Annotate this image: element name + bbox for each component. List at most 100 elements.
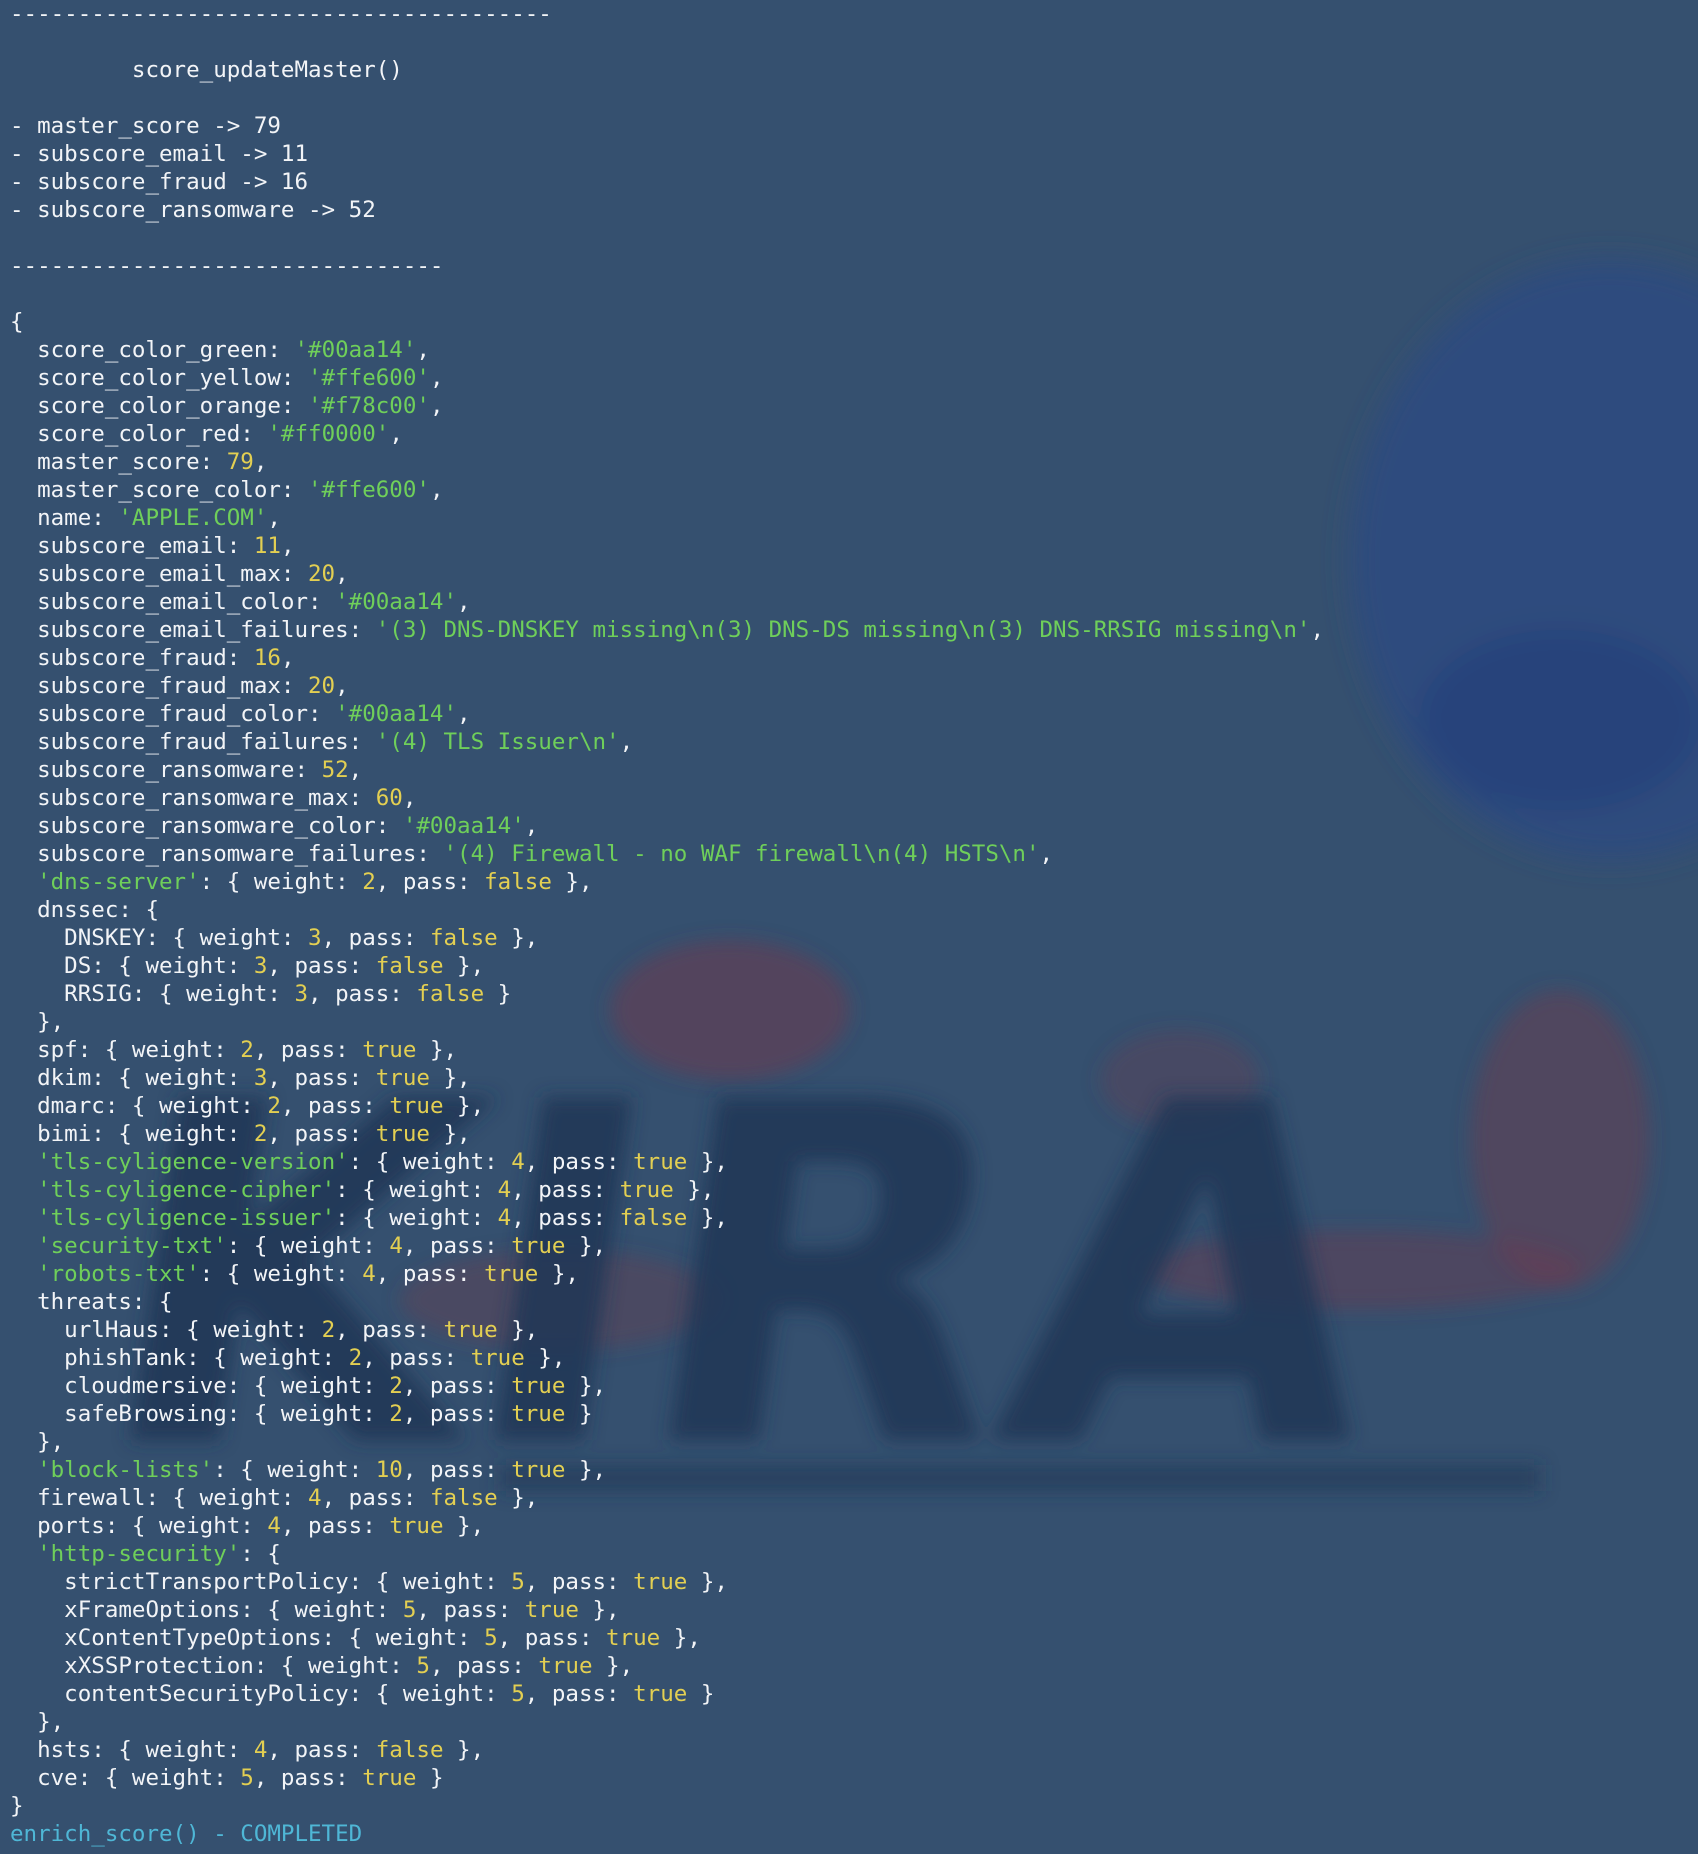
terminal-line: score_color_yellow: '#ffe600', [10,364,443,392]
terminal-token-num: 20 [308,561,336,587]
terminal-token-bool: true [511,1401,566,1427]
terminal-token-bool: true [375,1065,430,1091]
terminal-line: - subscore_ransomware -> 52 [10,196,376,224]
terminal-line: 'block-lists': { weight: 10, pass: true … [10,1456,606,1484]
terminal-token-key: dnssec: { [10,897,160,923]
terminal-line: }, [10,1008,64,1036]
terminal-token-str: '(3) DNS-DNSKEY missing\n(3) DNS-DS miss… [375,617,1311,643]
terminal-line: subscore_ransomware_color: '#00aa14', [10,812,538,840]
terminal-line: dmarc: { weight: 2, pass: true }, [10,1092,484,1120]
terminal-token-num: 20 [308,673,336,699]
terminal-token-key: subscore_fraud_failures: [10,729,376,755]
terminal-line: - subscore_fraud -> 16 [10,168,308,196]
terminal-token-punc: ---------------------------------------- [10,1,552,27]
terminal-line: enrich_score() - COMPLETED [10,1820,362,1848]
terminal-token-key: score_color_green: [10,337,295,363]
terminal-line: 'tls-cyligence-cipher': { weight: 4, pas… [10,1176,714,1204]
terminal-token-punc: , [389,421,403,447]
terminal-line: subscore_ransomware_max: 60, [10,784,416,812]
terminal-line: urlHaus: { weight: 2, pass: true }, [10,1316,538,1344]
terminal-token-bool: true [633,1569,688,1595]
terminal-token-bool: true [375,1121,430,1147]
terminal-line: subscore_email_max: 20, [10,560,349,588]
terminal-line: dkim: { weight: 3, pass: true }, [10,1064,471,1092]
terminal-line: subscore_fraud_failures: '(4) TLS Issuer… [10,728,633,756]
terminal-token-str: '#00aa14' [335,589,458,615]
terminal-token-cyan: enrich_score() - COMPLETED [10,1821,363,1847]
terminal-line: subscore_email_failures: '(3) DNS-DNSKEY… [10,616,1324,644]
terminal-token-str: '#ffe600' [308,365,430,391]
terminal-line: } [10,1792,24,1820]
terminal-token-num: 4 [267,1513,281,1539]
terminal-token-punc: }, [443,1093,485,1119]
terminal-token-punc: } [10,1793,24,1819]
terminal-token-punc: }, [673,1177,715,1203]
terminal-token-num: 4 [511,1149,525,1175]
terminal-token-key: name: [10,505,119,531]
terminal-token-punc: , [335,673,349,699]
terminal-token-num: 3 [253,953,268,979]
terminal-token-key [10,1457,37,1483]
terminal-token-str: '#f78c00' [308,393,430,419]
terminal-token-punc: , pass: [524,1569,634,1595]
terminal-line: score_color_red: '#ff0000', [10,420,403,448]
terminal-token-punc: }, [497,1317,539,1343]
terminal-token-num: 52 [321,757,349,783]
terminal-token-punc: }, [416,1037,458,1063]
terminal-token-punc: }, [565,1373,607,1399]
terminal-token-punc: , pass: [375,869,485,895]
terminal-token-punc: , [429,393,444,419]
terminal-token-key: DS: { weight: [10,953,254,979]
terminal-token-punc: }, [551,869,593,895]
terminal-token-punc: , pass: [267,1065,376,1091]
terminal-token-key: dkim: { weight: [10,1065,254,1091]
terminal-token-punc: }, [565,1233,607,1259]
terminal-token-key: score_color_orange: [10,393,309,419]
terminal-token-punc: , [524,813,539,839]
terminal-token-str: 'tls-cyligence-version' [37,1149,349,1175]
terminal-token-punc: , [457,589,471,615]
terminal-token-key: subscore_ransomware_max: [10,785,376,811]
terminal-token-punc: }, [578,1597,620,1623]
terminal-token-punc: : { weight: [348,1149,512,1175]
terminal-token-punc: , pass: [402,1401,512,1427]
terminal-line: bimi: { weight: 2, pass: true }, [10,1120,471,1148]
terminal-token-punc: } [416,1765,444,1791]
terminal-token-punc: , pass: [429,1653,539,1679]
terminal-token-num: 4 [308,1485,322,1511]
terminal-token-punc: }, [443,1737,485,1763]
terminal-token-bool: true [511,1373,566,1399]
terminal-token-key: strictTransportPolicy: { weight: [10,1569,512,1595]
terminal-token-key: subscore_fraud: [10,645,254,671]
terminal-line: subscore_fraud_color: '#00aa14', [10,700,471,728]
terminal-token-punc: }, [497,925,539,951]
terminal-line: spf: { weight: 2, pass: true }, [10,1036,457,1064]
terminal-token-bool: true [443,1317,498,1343]
terminal-token-key: firewall: { weight: [10,1485,309,1511]
terminal-token-key: master_score: [10,449,227,475]
terminal-line: ---------------------------------------- [10,0,552,28]
terminal-token-key: cve: { weight: [10,1765,241,1791]
terminal-token-punc: }, [687,1205,728,1231]
terminal-token-key: subscore_ransomware: [10,757,322,783]
terminal-token-punc: , pass: [253,1765,363,1791]
terminal-token-punc: , pass: [362,1345,471,1371]
terminal-token-num: 60 [375,785,403,811]
terminal-token-bool: false [429,1485,498,1511]
terminal-token-key [10,1261,37,1287]
terminal-token-punc: }, [497,1485,539,1511]
terminal-token-punc: }, [687,1569,728,1595]
terminal-token-punc: , pass: [267,953,376,979]
terminal-token-key: subscore_fraud_max: [10,673,309,699]
terminal-token-key: score_color_red: [10,421,268,447]
terminal-token-punc: , pass: [524,1149,634,1175]
terminal-line: }, [10,1708,64,1736]
terminal-token-bool: true [633,1149,688,1175]
terminal-token-bool: true [511,1233,566,1259]
terminal-token-punc: , pass: [375,1261,485,1287]
terminal-token-key: score_color_yellow: [10,365,309,391]
terminal-token-punc: score_updateMaster() [10,57,403,83]
terminal-token-punc: , [1039,841,1054,867]
terminal-token-key: urlHaus: { weight: [10,1317,322,1343]
terminal-token-punc: -------------------------------- [10,253,444,279]
